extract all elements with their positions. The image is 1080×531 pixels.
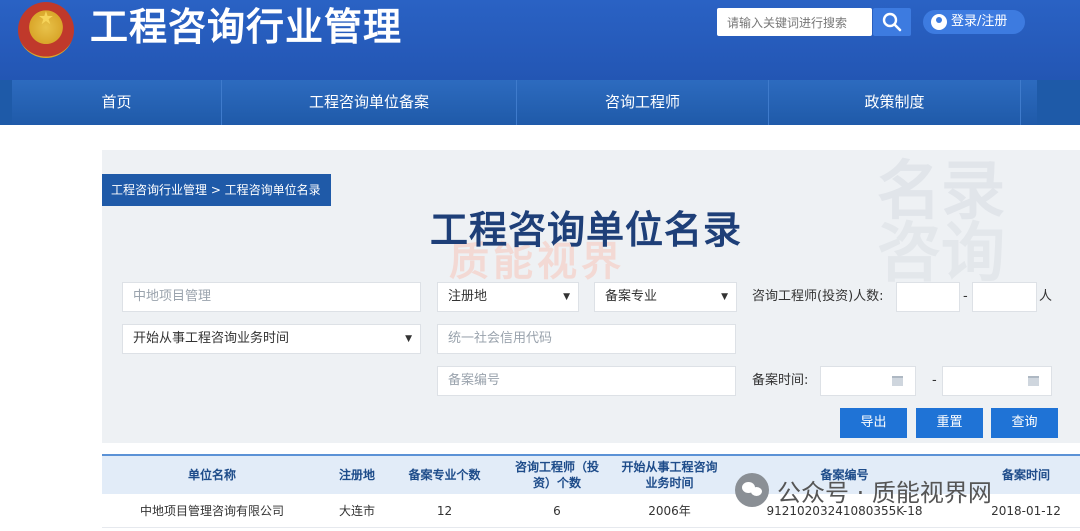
col-start-time: 开始从事工程咨询业务时间: [621, 460, 718, 490]
engineer-count-min-input[interactable]: [896, 282, 960, 312]
national-emblem-icon: ★: [18, 2, 74, 58]
region-select[interactable]: 注册地 ▼: [437, 282, 579, 312]
wechat-watermark-text: 公众号 · 质能视界网: [777, 478, 992, 507]
filter-panel: 名录 咨询 质能视界 工程咨询行业管理 > 工程咨询单位名录 工程咨询单位名录 …: [102, 150, 1080, 443]
query-button[interactable]: 查询: [991, 408, 1058, 438]
range-dash: -: [963, 289, 968, 304]
background-watermark: 名录: [877, 155, 1005, 229]
col-specialty-count: 备案专业个数: [408, 468, 481, 482]
wechat-icon: [735, 473, 769, 507]
cell-region: 大连市: [338, 504, 375, 518]
chevron-down-icon: ▼: [405, 334, 412, 344]
specialty-select-label: 备案专业: [605, 289, 658, 304]
start-time-select-label: 开始从事工程咨询业务时间: [133, 331, 290, 346]
cell-specialty-count: 12: [436, 504, 453, 518]
credit-code-input[interactable]: 统一社会信用代码: [437, 324, 736, 354]
site-title: 工程咨询行业管理: [90, 5, 403, 49]
range-dash-2: -: [932, 373, 937, 388]
col-engineer-count: 咨询工程师（投资）个数: [514, 460, 599, 490]
reset-button[interactable]: 重置: [916, 408, 983, 438]
search-icon: [882, 12, 902, 32]
login-register-button[interactable]: 登录/注册: [923, 10, 1025, 34]
chevron-down-icon: ▼: [721, 292, 728, 302]
chevron-down-icon: ▼: [563, 292, 570, 302]
start-time-select[interactable]: 开始从事工程咨询业务时间 ▼: [122, 324, 421, 354]
calendar-icon: [1028, 376, 1039, 386]
col-unit-name: 单位名称: [187, 468, 236, 482]
count-unit: 人: [1039, 289, 1053, 304]
background-watermark-2: 咨询: [877, 217, 1005, 291]
record-time-label: 备案时间:: [752, 373, 809, 388]
region-select-label: 注册地: [448, 289, 488, 304]
specialty-select[interactable]: 备案专业 ▼: [594, 282, 737, 312]
search-button[interactable]: [873, 8, 911, 36]
page-title: 工程咨询单位名录: [430, 208, 743, 252]
login-label: 登录/注册: [951, 14, 1008, 29]
search-input[interactable]: 请输入关键词进行搜索: [717, 8, 872, 36]
engineer-count-label: 咨询工程师(投资)人数:: [752, 289, 884, 304]
cell-start-time: 2006年: [648, 504, 691, 518]
nav-item-consulting-engineer[interactable]: 咨询工程师: [517, 80, 769, 125]
engineer-count-max-input[interactable]: [972, 282, 1037, 312]
breadcrumb: 工程咨询行业管理 > 工程咨询单位名录: [102, 174, 331, 206]
nav-item-policy[interactable]: 政策制度: [769, 80, 1021, 125]
user-icon: [931, 14, 947, 30]
main-nav: 首页 工程咨询单位备案 咨询工程师 政策制度: [0, 80, 1080, 125]
cell-unit-name[interactable]: 中地项目管理咨询有限公司: [102, 494, 322, 528]
nav-item-home[interactable]: 首页: [12, 80, 222, 125]
wechat-watermark: 公众号 · 质能视界网: [735, 470, 992, 510]
cell-engineer-count: 6: [553, 504, 561, 518]
record-time-start-input[interactable]: [820, 366, 916, 396]
unit-name-input[interactable]: 中地项目管理: [122, 282, 421, 312]
calendar-icon: [892, 376, 903, 386]
record-number-input[interactable]: 备案编号: [437, 366, 736, 396]
site-header: ★ 工程咨询行业管理 请输入关键词进行搜索 登录/注册: [0, 0, 1080, 80]
export-button[interactable]: 导出: [840, 408, 907, 438]
col-region: 注册地: [338, 468, 375, 482]
record-time-end-input[interactable]: [942, 366, 1052, 396]
nav-item-unit-registration[interactable]: 工程咨询单位备案: [222, 80, 517, 125]
